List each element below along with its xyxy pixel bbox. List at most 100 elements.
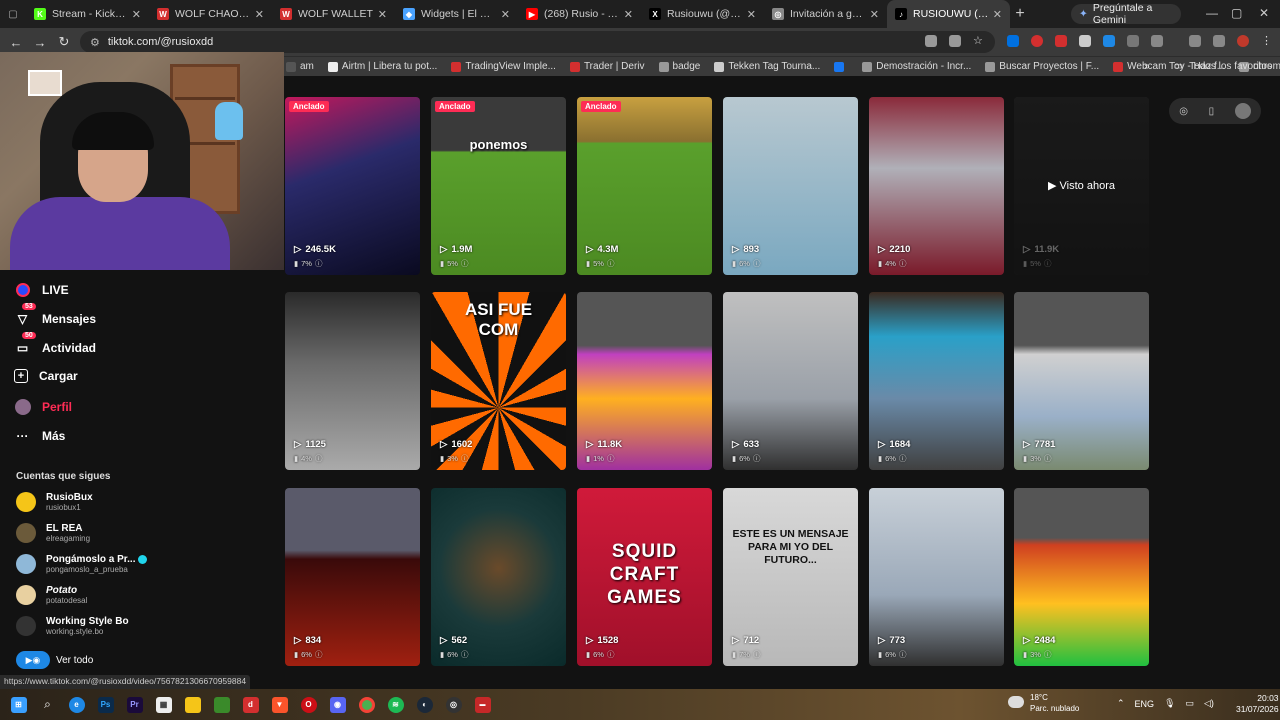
bookmark-item[interactable]: badge [658,61,700,72]
close-tab-icon[interactable]: ✕ [747,8,756,21]
gemini-button[interactable]: ✦ Pregúntale a Gemini [1071,2,1181,26]
download-icon[interactable] [1189,35,1201,47]
extension-icon[interactable] [1031,35,1043,47]
video-card[interactable]: Anclado ▷ 246.5K ▮ 7% ⓘ [285,97,420,275]
menu-icon[interactable]: ⋮ [1261,35,1273,47]
video-card[interactable]: ▷ 1684 ▮ 6% ⓘ [869,292,1004,470]
nav-more[interactable]: ··· Más [14,427,66,444]
translate-icon[interactable] [925,35,937,47]
network-icon[interactable]: ▭ [1186,698,1195,709]
extension-icon[interactable] [1103,35,1115,47]
nav-upload[interactable]: + Cargar [14,369,78,383]
cast-icon[interactable] [949,35,961,47]
premiere-icon[interactable]: Pr [120,689,149,720]
bookmark-item[interactable]: Demostración - Incr... [862,61,971,72]
see-all-following[interactable]: ▶◉ Ver todo [16,651,93,669]
extension-icon[interactable] [1007,35,1019,47]
minimize-button[interactable]: — [1206,6,1218,20]
site-info-icon[interactable]: ⚙ [90,36,100,49]
video-card[interactable]: ▷ 834 ▮ 6% ⓘ [285,488,420,666]
puzzle-icon[interactable] [1151,35,1163,47]
mic-icon[interactable]: 🎙 [1164,698,1175,709]
close-window-button[interactable]: ✕ [1259,6,1269,20]
following-account[interactable]: Pongámoslo a Pr... pongamoslo_a_prueba [16,554,148,574]
close-tab-icon[interactable]: ✕ [624,8,633,21]
nav-profile[interactable]: Perfil [14,398,72,415]
close-tab-icon[interactable]: ✕ [255,8,264,21]
bookmark-item[interactable]: Buscar Proyectos | F... [985,61,1099,72]
profile-avatar-icon[interactable] [1237,35,1249,47]
browser-tab[interactable]: ▶ (268) Rusio - YouTub ✕ [518,0,641,28]
following-account[interactable]: Potato potatodesal [16,585,87,605]
close-tab-icon[interactable]: ✕ [132,8,141,21]
browser-tab[interactable]: K Stream - Kick Dashb ✕ [26,0,149,28]
compass-icon[interactable]: ◎ [1179,106,1188,117]
calendar-icon[interactable]: ▦ [149,689,178,720]
video-card[interactable]: ASI FUE COM ▷ 1602 ▮ 3% ⓘ [431,292,566,470]
nav-live[interactable]: LIVE [14,281,69,298]
bookmark-item[interactable]: TradingView Imple... [451,61,556,72]
user-avatar[interactable] [1234,103,1251,119]
video-card[interactable]: ESTE ES UN MENSAJE PARA MI YO DEL FUTURO… [723,488,858,666]
clock[interactable]: 20:03 31/07/2026 [1236,693,1279,715]
browser-tab[interactable]: ♪ RUSIOUWU (@rusio ✕ [887,0,1010,28]
back-button[interactable]: ← [4,35,28,50]
minecraft-icon[interactable] [207,689,236,720]
forward-button[interactable]: → [28,35,52,50]
following-account[interactable]: Working Style Bo working.style.bo [16,616,129,636]
device-icon[interactable]: ▯ [1209,106,1215,117]
close-tab-icon[interactable]: ✕ [378,8,387,21]
following-account[interactable]: RusioBux rusiobux1 [16,492,93,512]
browser-tab[interactable]: W WOLF CHAOS — Co ✕ [149,0,272,28]
nav-messages[interactable]: ▽ 53 Mensajes [14,303,96,327]
media-icon[interactable] [1213,35,1225,47]
video-card[interactable]: ▷ 1125 ▮ 4% ⓘ [285,292,420,470]
spotify-icon[interactable]: ≋ [381,689,410,720]
all-bookmarks[interactable]: » ▭ Todos los favoritos [1144,61,1272,72]
brave-icon[interactable]: ▼ [265,689,294,720]
search-icon[interactable]: ⌕ [33,689,62,720]
browser-tab[interactable]: W WOLF WALLET ✕ [272,0,395,28]
chevron-up-icon[interactable]: ⌃ [1117,698,1125,709]
nav-activity[interactable]: ▭ 50 Actividad [14,332,96,356]
bookmark-item[interactable]: Trader | Deriv [569,61,645,72]
video-card[interactable]: ponemos Anclado ▷ 1.9M ▮ 5% ⓘ [431,97,566,275]
extension-icon[interactable] [1079,35,1091,47]
video-card[interactable]: Anclado ▷ 4.3M ▮ 5% ⓘ [577,97,712,275]
new-tab-button[interactable]: + [1010,5,1030,23]
reload-button[interactable]: ↻ [52,34,76,50]
bookmark-item[interactable]: Airtm | Libera tu pot... [327,61,437,72]
chrome-icon[interactable] [352,689,381,720]
video-card[interactable]: ▷ 2210 ▮ 4% ⓘ [869,97,1004,275]
maximize-button[interactable]: ▢ [1231,6,1242,20]
app-icon[interactable]: ▬ [468,689,497,720]
video-card[interactable]: ▷ 773 ▮ 6% ⓘ [869,488,1004,666]
browser-tab[interactable]: X Rusiouwu (@Rusiou ✕ [641,0,764,28]
weather-widget[interactable]: 18°C Parc. nublado [1008,692,1079,714]
video-card[interactable]: ▷ 7781 ▮ 3% ⓘ [1014,292,1149,470]
star-icon[interactable]: ☆ [973,35,985,47]
steam-icon[interactable]: ◐ [410,689,439,720]
video-card[interactable]: ▷ 562 ▮ 6% ⓘ [431,488,566,666]
obs-icon[interactable]: ◎ [439,689,468,720]
bookmark-item[interactable] [834,61,848,72]
photoshop-icon[interactable]: Ps [91,689,120,720]
close-tab-icon[interactable]: ✕ [501,8,510,21]
close-tab-icon[interactable]: ✕ [993,8,1002,21]
volume-icon[interactable]: ◁) [1204,698,1214,709]
opera-icon[interactable]: O [294,689,323,720]
file-explorer-icon[interactable] [178,689,207,720]
video-card[interactable]: ▶ Visto ahora ▷ 11.9K ▮ 5% ⓘ [1014,97,1149,275]
close-tab-icon[interactable]: ✕ [870,8,879,21]
bookmark-item[interactable]: am [286,61,314,72]
extension-icon[interactable] [1055,35,1067,47]
bookmark-item[interactable]: Tekken Tag Tourna... [714,61,820,72]
language-indicator[interactable]: ENG [1135,699,1155,709]
video-card[interactable]: ▷ 893 ▮ 6% ⓘ [723,97,858,275]
video-card[interactable]: ▷ 2484 ▮ 3% ⓘ [1014,488,1149,666]
video-card[interactable]: ▷ 11.8K ▮ 1% ⓘ [577,292,712,470]
start-button[interactable]: ⊞ [4,689,33,720]
tab-search-icon[interactable]: ▢ [0,0,26,28]
video-card[interactable]: SQUID CRAFT GAMES ▷ 1528 ▮ 6% ⓘ [577,488,712,666]
address-bar[interactable]: ⚙ tiktok.com/@rusioxdd [80,31,995,53]
